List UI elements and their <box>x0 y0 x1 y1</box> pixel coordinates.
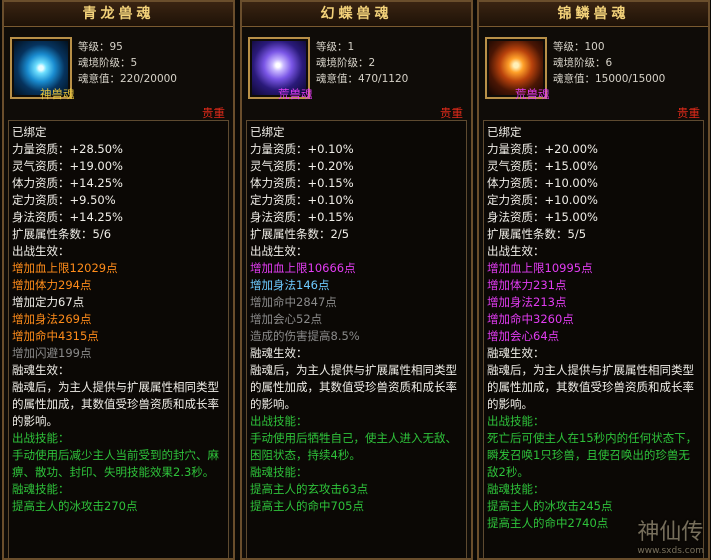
attribute-line: 身法资质：+0.15% <box>250 210 354 224</box>
attribute-line: 出战生效： <box>12 244 70 258</box>
soul-will-stat: 魂意值：470/1120 <box>316 73 409 85</box>
soul-will-stat: 魂意值：220/20000 <box>78 73 177 85</box>
realm-stat: 魂境阶级：6 <box>553 57 613 69</box>
panel-title: 锦鳞兽魂 <box>479 2 708 27</box>
attribute-line: 身法资质：+15.00% <box>487 210 598 224</box>
realm-stat: 魂境阶级：5 <box>78 57 138 69</box>
attribute-line: 体力资质：+0.15% <box>250 176 354 190</box>
fuse-skill-text: 提高主人的玄攻击63点 <box>250 482 369 496</box>
attribute-line: 定力资质：+9.50% <box>12 193 116 207</box>
soul-panel-phantom-butterfly: 幻蝶兽魂 等级：1 魂境阶级：2 魂意值：470/1120 荒兽魂 贵重 已绑定… <box>240 0 473 560</box>
attribute-line: 增加命中3260点 <box>487 312 574 326</box>
attribute-line: 增加血上限10995点 <box>487 261 593 275</box>
attribute-line: 力量资质：+20.00% <box>487 142 598 156</box>
attribute-line: 扩展属性条数：5/5 <box>487 227 587 241</box>
attribute-line: 已绑定 <box>250 125 285 139</box>
site-watermark: 神仙传 www.sxds.com <box>637 514 704 556</box>
attribute-list: 已绑定力量资质：+28.50% 灵气资质：+19.00% 体力资质：+14.25% 定… <box>8 120 229 558</box>
battle-skill-text: 手动使用后减少主人当前受到的封穴、麻痹、散功、封印、失明技能效果2.3秒。 <box>12 448 219 479</box>
attribute-line: 增加命中4315点 <box>12 329 99 343</box>
attribute-line: 增加血上限12029点 <box>12 261 118 275</box>
attribute-line: 增加身法213点 <box>487 295 567 309</box>
fuse-skill-title: 融魂技能： <box>12 482 70 496</box>
attribute-line: 融魂生效： <box>487 346 545 360</box>
attribute-line: 已绑定 <box>487 125 522 139</box>
battle-skill-text: 手动使用后牺牲自己，使主人进入无敌、困阻状态，持续4秒。 <box>250 431 457 462</box>
fuse-skill-title: 融魂技能： <box>250 465 308 479</box>
attribute-line: 灵气资质：+19.00% <box>12 159 123 173</box>
battle-skill-text: 死亡后可使主人在15秒内的任何状态下，瞬发召唤1只珍兽，且使召唤出的珍兽无敌2秒… <box>487 431 698 479</box>
rarity-label: 贵重 <box>677 106 700 120</box>
level-stat: 等级：95 <box>78 41 123 53</box>
fuse-skill-text-2: 提高主人的命中705点 <box>250 499 364 513</box>
attribute-line: 扩展属性条数：2/5 <box>250 227 350 241</box>
attribute-line: 定力资质：+0.10% <box>250 193 354 207</box>
attribute-line: 增加血上限10666点 <box>250 261 356 275</box>
soul-panel-brocade-scale: 锦鳞兽魂 等级：100 魂境阶级：6 魂意值：15000/15000 荒兽魂 贵… <box>477 0 710 560</box>
attribute-line: 灵气资质：+0.20% <box>250 159 354 173</box>
battle-skill-title: 出战技能： <box>250 414 308 428</box>
attribute-line: 增加身法269点 <box>12 312 92 326</box>
rarity-label: 贵重 <box>202 106 225 120</box>
soul-type: 荒兽魂 <box>278 87 313 101</box>
soul-type: 荒兽魂 <box>515 87 550 101</box>
attribute-list: 已绑定力量资质：+20.00% 灵气资质：+15.00% 体力资质：+10.00% 定… <box>483 120 704 558</box>
attribute-line: 增加命中2847点 <box>250 295 337 309</box>
attribute-line: 体力资质：+10.00% <box>487 176 598 190</box>
realm-stat: 魂境阶级：2 <box>316 57 376 69</box>
attribute-list: 已绑定力量资质：+0.10% 灵气资质：+0.20% 体力资质：+0.15% 定力资质… <box>246 120 467 558</box>
attribute-line: 增加体力231点 <box>487 278 567 292</box>
attribute-line: 融魂生效： <box>12 363 70 377</box>
level-stat: 等级：100 <box>553 41 605 53</box>
battle-skill-title: 出战技能： <box>487 414 545 428</box>
attribute-line: 增加会心64点 <box>487 329 560 343</box>
panel-title: 幻蝶兽魂 <box>242 2 471 27</box>
soul-panel-azure-dragon: 青龙兽魂 等级：95 魂境阶级：5 魂意值：220/20000 神兽魂 贵重 已… <box>2 0 235 560</box>
attribute-line: 出战生效： <box>250 244 308 258</box>
attribute-line: 增加定力67点 <box>12 295 85 309</box>
fuse-description: 融魂后，为主人提供与扩展属性相同类型的属性加成，其数值受珍兽资质和成长率的影响。 <box>12 380 219 428</box>
attribute-line: 融魂生效： <box>250 346 308 360</box>
attribute-line: 造成的伤害提高8.5% <box>250 329 360 343</box>
attribute-line: 增加身法146点 <box>250 278 330 292</box>
fuse-skill-title: 融魂技能： <box>487 482 545 496</box>
attribute-line: 出战生效： <box>487 244 545 258</box>
attribute-line: 增加会心52点 <box>250 312 323 326</box>
attribute-line: 已绑定 <box>12 125 47 139</box>
soul-type: 神兽魂 <box>40 87 75 101</box>
attribute-line: 力量资质：+0.10% <box>250 142 354 156</box>
attribute-line: 灵气资质：+15.00% <box>487 159 598 173</box>
level-stat: 等级：1 <box>316 41 355 53</box>
attribute-line: 体力资质：+14.25% <box>12 176 123 190</box>
battle-skill-title: 出战技能： <box>12 431 70 445</box>
rarity-label: 贵重 <box>440 106 463 120</box>
fuse-description: 融魂后，为主人提供与扩展属性相同类型的属性加成，其数值受珍兽资质和成长率的影响。 <box>250 363 457 411</box>
attribute-line: 力量资质：+28.50% <box>12 142 123 156</box>
watermark-url: www.sxds.com <box>637 546 704 556</box>
attribute-line: 增加闪避199点 <box>12 346 92 360</box>
fuse-skill-text: 提高主人的冰攻击245点 <box>487 499 613 513</box>
watermark-text: 神仙传 <box>637 520 704 545</box>
fuse-skill-text: 提高主人的冰攻击270点 <box>12 499 138 513</box>
attribute-line: 身法资质：+14.25% <box>12 210 123 224</box>
fuse-description: 融魂后，为主人提供与扩展属性相同类型的属性加成，其数值受珍兽资质和成长率的影响。 <box>487 363 694 411</box>
soul-will-stat: 魂意值：15000/15000 <box>553 73 666 85</box>
attribute-line: 增加体力294点 <box>12 278 92 292</box>
panel-title: 青龙兽魂 <box>4 2 233 27</box>
attribute-line: 定力资质：+10.00% <box>487 193 598 207</box>
attribute-line: 扩展属性条数：5/6 <box>12 227 112 241</box>
